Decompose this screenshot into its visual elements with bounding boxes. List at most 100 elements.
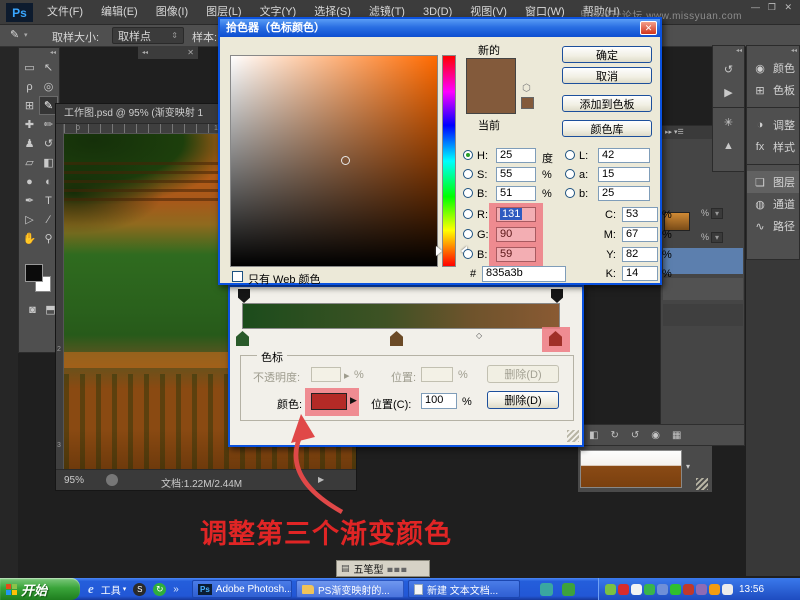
tools-menu[interactable]: 工具 ▾ xyxy=(101,582,127,597)
quick-selection-tool[interactable]: ◎ xyxy=(39,77,58,96)
r-field[interactable]: 131 xyxy=(496,207,536,222)
panel-tab-color[interactable]: ◉ 颜色 xyxy=(747,57,799,79)
hand-tool[interactable]: ✋ xyxy=(20,229,39,248)
properties-panel-icon[interactable]: ✳ xyxy=(719,113,738,132)
tray-icon[interactable] xyxy=(605,583,616,595)
dock-collapse-icon[interactable]: ◂◂ xyxy=(713,46,744,57)
clip-layer-icon[interactable]: ◧ xyxy=(589,430,598,441)
color-field[interactable] xyxy=(230,55,438,267)
rect-marquee-tool[interactable]: ▭ xyxy=(20,58,39,77)
opacity-stop[interactable] xyxy=(551,289,563,303)
opacity-stop[interactable] xyxy=(238,289,250,303)
panel-tab-channels[interactable]: ◍ 通道 xyxy=(747,193,799,215)
minimize-icon[interactable]: — xyxy=(751,2,760,12)
k-field[interactable]: 14 xyxy=(622,266,658,281)
panel-collapse-icon[interactable]: ◂◂ xyxy=(142,49,148,56)
panel-tab-adjustments[interactable]: ◑ 调整 xyxy=(747,114,799,136)
ok-button[interactable]: 确定 xyxy=(562,46,652,63)
task-notepad[interactable]: 新建 文本文档... xyxy=(408,580,520,598)
move-tool[interactable]: ↖ xyxy=(39,58,58,77)
tray-icon[interactable] xyxy=(696,583,707,595)
menu-image[interactable]: 图像(I) xyxy=(147,0,197,25)
tray-icon[interactable] xyxy=(722,583,733,595)
dialog-close-icon[interactable]: ✕ xyxy=(640,21,657,35)
swatch-arrow-icon[interactable]: ▶ xyxy=(350,395,357,406)
layer-row[interactable] xyxy=(663,278,743,300)
color-field-marker[interactable] xyxy=(341,156,350,165)
panel-tab-styles[interactable]: fx 样式 xyxy=(747,136,799,158)
menu-edit[interactable]: 编辑(E) xyxy=(92,0,147,25)
web-only-checkbox[interactable] xyxy=(232,271,243,282)
eyedropper-tool-icon[interactable]: ✎ xyxy=(10,28,19,41)
start-button[interactable]: 开始 xyxy=(0,578,80,600)
hue-slider-arrow-left[interactable] xyxy=(436,246,447,256)
pen-tool[interactable]: ✒ xyxy=(20,191,39,210)
reset-icon[interactable]: ↻ xyxy=(610,430,618,441)
dock-collapse-icon[interactable]: ◂◂ xyxy=(747,46,799,57)
ime-menu-icon[interactable]: ▤ xyxy=(341,563,350,574)
tray-icon[interactable] xyxy=(618,583,629,595)
dropdown-icon[interactable]: ▾ xyxy=(711,207,724,219)
actions-panel-icon[interactable]: ▶ xyxy=(719,83,738,102)
a-radio[interactable] xyxy=(565,169,575,179)
zoom-level[interactable]: 95% xyxy=(64,475,84,486)
fill-control[interactable]: % ▾ xyxy=(701,230,743,244)
h-radio[interactable] xyxy=(463,150,473,160)
clone-stamp-tool[interactable]: ♟ xyxy=(20,134,39,153)
refresh-icon[interactable]: ↻ xyxy=(153,582,167,596)
selected-layer-row[interactable] xyxy=(663,248,743,274)
b-field[interactable]: 51 xyxy=(496,186,536,201)
tray-icon[interactable] xyxy=(644,583,655,595)
more-icon[interactable]: » xyxy=(173,584,179,595)
eraser-tool[interactable]: ▱ xyxy=(20,153,39,172)
crop-tool[interactable]: ⊞ xyxy=(20,96,39,115)
hue-slider[interactable] xyxy=(436,55,467,267)
y-field[interactable]: 82 xyxy=(622,247,658,262)
tray-icon[interactable] xyxy=(670,583,681,595)
lab-b-radio[interactable] xyxy=(565,188,575,198)
color-stop-green[interactable] xyxy=(236,331,249,346)
layer-row[interactable] xyxy=(663,304,743,326)
c-field[interactable]: 53 xyxy=(622,207,658,222)
dialog-title-bar[interactable]: 拾色器（色标颜色） xyxy=(220,19,660,37)
history-panel-icon[interactable]: ↺ xyxy=(719,60,738,79)
ime-buttons[interactable]: ▄ ▄ ▄ xyxy=(388,565,407,572)
resize-grip[interactable] xyxy=(567,430,579,442)
h-field[interactable]: 25 xyxy=(496,148,536,163)
status-arrow-icon[interactable]: ▶ xyxy=(318,475,324,484)
foreground-color-swatch[interactable] xyxy=(25,264,43,282)
tray-icon[interactable] xyxy=(657,583,668,595)
tool-dropdown-icon[interactable]: ▾ xyxy=(24,31,28,39)
task-folder[interactable]: PS渐变映射的... xyxy=(296,580,404,598)
taskbar-shortcut-icon[interactable] xyxy=(540,583,553,596)
resize-grip[interactable] xyxy=(696,478,708,490)
close-icon[interactable]: ✕ xyxy=(784,2,792,13)
m-field[interactable]: 67 xyxy=(622,227,658,242)
panel-header-icons[interactable]: ▸▸ ▾☰ xyxy=(665,126,684,139)
b-radio[interactable] xyxy=(463,188,473,198)
gradient-preview-bar[interactable] xyxy=(242,303,560,329)
color-libraries-button[interactable]: 颜色库 xyxy=(562,120,652,137)
l-field[interactable]: 42 xyxy=(598,148,650,163)
g-field[interactable]: 90 xyxy=(496,227,536,242)
cancel-button[interactable]: 取消 xyxy=(562,67,652,84)
location2-field[interactable]: 100 xyxy=(421,393,457,409)
histogram-panel-icon[interactable]: ▲ xyxy=(719,136,738,155)
sogou-icon[interactable]: S xyxy=(133,582,147,596)
opacity-control[interactable]: % ▾ xyxy=(701,206,743,220)
sample-size-select[interactable]: 取样点 ⇕ xyxy=(112,27,184,44)
visibility-eye-icon[interactable]: ◉ xyxy=(651,430,660,441)
stop-color-swatch[interactable] xyxy=(311,393,347,410)
ime-mode-label[interactable]: 五笔型 xyxy=(354,561,384,576)
scroll-arrow-icon[interactable]: ▾ xyxy=(686,462,690,471)
panel-tab-paths[interactable]: ∿ 路径 xyxy=(747,215,799,237)
dropdown-icon[interactable]: ▾ xyxy=(711,231,724,243)
add-to-swatches-button[interactable]: 添加到色板 xyxy=(562,95,652,112)
tray-icon[interactable] xyxy=(709,583,720,595)
color-stop-brown[interactable] xyxy=(390,331,403,346)
blur-tool[interactable]: ● xyxy=(20,172,39,191)
gamut-warning-icon[interactable]: ⬡ xyxy=(522,83,531,94)
tray-icon[interactable] xyxy=(631,583,642,595)
taskbar-shortcut-icon[interactable] xyxy=(562,583,575,596)
quick-mask-icon[interactable]: ◙ xyxy=(23,300,42,319)
